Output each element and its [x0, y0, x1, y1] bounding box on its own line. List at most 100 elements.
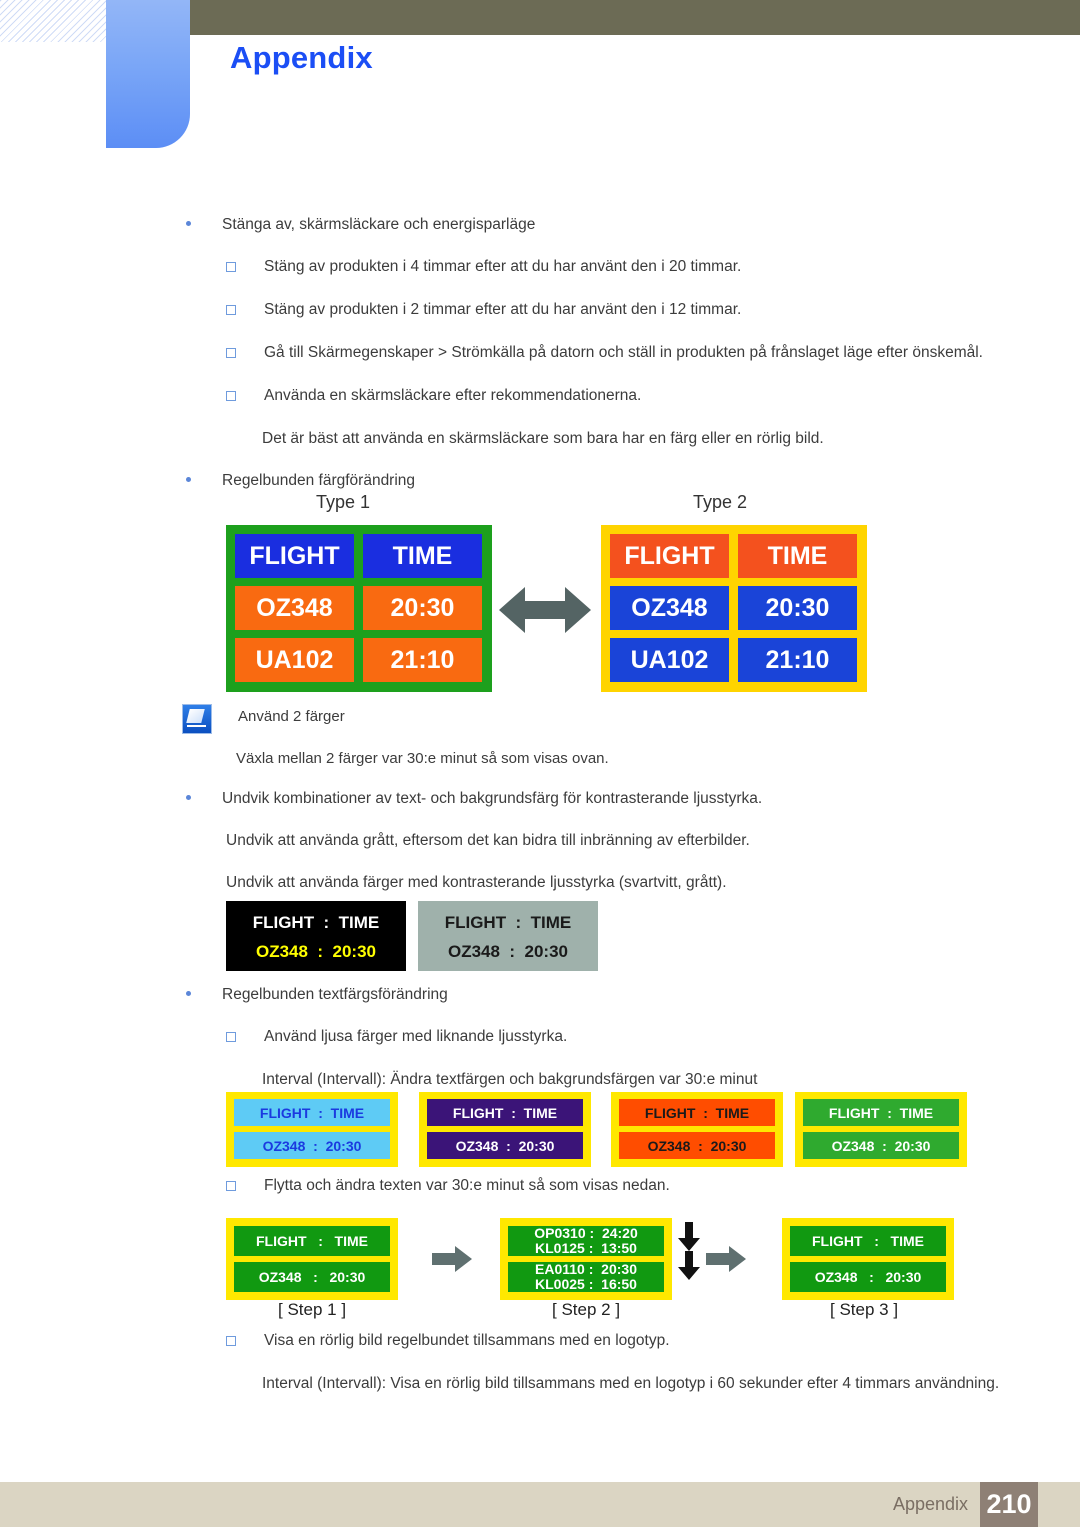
step-2-label: [ Step 2 ]: [552, 1300, 621, 1319]
list-item: Flytta och ändra texten var 30:e minut s…: [226, 1173, 1080, 1199]
list-item-text: Använda en skärmsläckare efter rekommend…: [264, 387, 642, 404]
note-title: Använd 2 färger: [238, 708, 345, 725]
paragraph: Interval (Intervall): Visa en rörlig bil…: [262, 1371, 1080, 1397]
bullet-square-icon: [226, 1336, 236, 1346]
board-row: OZ348 20:30: [235, 586, 483, 630]
bullet-square-icon: [226, 348, 236, 358]
bullet-dot-icon: [186, 795, 191, 800]
step-board-2: OP0310 : 24:20 KL0125 : 13:50 EA0110 : 2…: [500, 1218, 672, 1300]
step2-band2-bottom: KL0025 : 16:50: [535, 1276, 637, 1292]
bullet-square-icon: [226, 391, 236, 401]
paragraph-text: Undvik att använda grått, eftersom det k…: [226, 832, 750, 849]
arrow-right-icon: [706, 1246, 746, 1272]
note-text: Växla mellan 2 färger var 30:e minut så …: [236, 750, 609, 767]
list-item-text: Använd ljusa färger med liknande ljussty…: [264, 1028, 568, 1045]
footer-page-number: 210: [980, 1482, 1038, 1527]
color-panel-orange: FLIGHT : TIME OZ348 : 20:30: [611, 1092, 783, 1167]
list-item: Gå till Skärmegenskaper > Strömkälla på …: [226, 340, 1080, 366]
list-item-text: Stänga av, skärmsläckare och energisparl…: [222, 216, 536, 233]
board-cell: 20:30: [363, 586, 482, 630]
step-1-label: [ Step 1 ]: [278, 1300, 347, 1319]
content-block-4: Visa en rörlig bild regelbundet tillsamm…: [0, 1328, 1080, 1413]
bullet-dot-icon: [186, 991, 191, 996]
panel-line-2: OZ348 : 20:30: [619, 1132, 775, 1159]
step2-band2-top: EA0110 : 20:30: [535, 1262, 637, 1277]
list-item-text: Visa en rörlig bild regelbundet tillsamm…: [264, 1332, 670, 1349]
step2-band-1: OP0310 : 24:20 KL0125 : 13:50: [508, 1226, 664, 1256]
panel-line-2: OZ348 : 20:30: [427, 1132, 583, 1159]
header-olive-bar: [190, 0, 1080, 35]
paragraph-text: Interval (Intervall): Ändra textfärgen o…: [262, 1071, 758, 1088]
bullet-square-icon: [226, 1032, 236, 1042]
list-item-text: Regelbunden textfärgsförändring: [222, 986, 448, 1003]
paragraph-text: Interval (Intervall): Visa en rörlig bil…: [262, 1375, 1000, 1392]
list-item: Använda en skärmsläckare efter rekommend…: [226, 383, 1080, 409]
paragraph: Undvik att använda färger med kontraster…: [226, 870, 1080, 896]
paragraph-text: Undvik att använda färger med kontraster…: [226, 874, 727, 891]
panel-line-1: FLIGHT : TIME: [427, 1099, 583, 1126]
contrast-board-black: FLIGHT : TIME OZ348 : 20:30: [226, 901, 406, 971]
bullet-square-icon: [226, 262, 236, 272]
list-item-text: Flytta och ändra texten var 30:e minut s…: [264, 1177, 670, 1194]
board-cell: 21:10: [363, 638, 482, 682]
panel-line-1: FLIGHT : TIME: [619, 1099, 775, 1126]
panel-line-1: FLIGHT : TIME: [234, 1099, 390, 1126]
arrow-right-icon: [432, 1246, 472, 1272]
bullet-dot-icon: [186, 221, 191, 226]
paragraph: Undvik att använda grått, eftersom det k…: [226, 828, 1080, 854]
list-item: Undvik kombinationer av text- och bakgru…: [186, 786, 1080, 812]
color-panel-purple: FLIGHT : TIME OZ348 : 20:30: [419, 1092, 591, 1167]
panel-line-2: OZ348 : 20:30: [803, 1132, 959, 1159]
list-item-text: Stäng av produkten i 4 timmar efter att …: [264, 258, 742, 275]
board-row: OZ348 20:30: [610, 586, 858, 630]
list-item: Visa en rörlig bild regelbundet tillsamm…: [226, 1328, 1080, 1354]
board-cell: 20:30: [738, 586, 857, 630]
step2-band1-top: OP0310 : 24:20: [534, 1226, 638, 1241]
board-cell: TIME: [363, 534, 482, 578]
step3-line-2: OZ348 : 20:30: [790, 1262, 946, 1292]
board-row: UA102 21:10: [235, 638, 483, 682]
note-pen-icon: [182, 704, 212, 734]
list-item-text: Stäng av produkten i 2 timmar efter att …: [264, 301, 742, 318]
board-cell: FLIGHT: [235, 534, 354, 578]
board-cell: OZ348: [235, 586, 354, 630]
bullet-square-icon: [226, 1181, 236, 1191]
footer-label: Appendix: [892, 1494, 968, 1514]
step-3-label: [ Step 3 ]: [830, 1300, 899, 1319]
board-cell: OZ348: [610, 586, 729, 630]
color-panel-green: FLIGHT : TIME OZ348 : 20:30: [795, 1092, 967, 1167]
board-row: FLIGHT TIME: [610, 534, 858, 578]
board-row: FLIGHT TIME: [235, 534, 483, 578]
board-cell: TIME: [738, 534, 857, 578]
contrast-board-gray: FLIGHT : TIME OZ348 : 20:30: [418, 901, 598, 971]
contrast-board-line-1: FLIGHT : TIME: [252, 913, 380, 932]
bullet-square-icon: [226, 305, 236, 315]
board-cell: 21:10: [738, 638, 857, 682]
type-1-label: Type 1: [316, 492, 371, 512]
contrast-board-line-2: OZ348 : 20:30: [447, 942, 568, 961]
note-block: Använd 2 färger Växla mellan 2 färger va…: [182, 704, 1042, 772]
list-item-text: Regelbunden färgförändring: [222, 472, 416, 489]
list-item: Använd ljusa färger med liknande ljussty…: [226, 1024, 1080, 1050]
flight-board-type-2: FLIGHT TIME OZ348 20:30 UA102 21:10: [601, 525, 867, 692]
step-board-1: FLIGHT : TIME OZ348 : 20:30: [226, 1218, 398, 1300]
list-item: Regelbunden textfärgsförändring: [186, 982, 1080, 1008]
list-item-text: Gå till Skärmegenskaper > Strömkälla på …: [264, 344, 983, 361]
paragraph: Interval (Intervall): Ändra textfärgen o…: [262, 1067, 1080, 1093]
panel-line-1: FLIGHT : TIME: [803, 1099, 959, 1126]
step2-band1-bottom: KL0125 : 13:50: [535, 1240, 637, 1256]
step3-line-1: FLIGHT : TIME: [790, 1226, 946, 1256]
flight-board-type-1: FLIGHT TIME OZ348 20:30 UA102 21:10: [226, 525, 492, 692]
board-cell: FLIGHT: [610, 534, 729, 578]
move-text-block: Flytta och ändra texten var 30:e minut s…: [0, 1173, 1080, 1216]
header-hatch-decoration: [0, 0, 108, 42]
color-panel-lightblue: FLIGHT : TIME OZ348 : 20:30: [226, 1092, 398, 1167]
list-item: Regelbunden färgförändring: [186, 468, 1080, 494]
board-cell: UA102: [235, 638, 354, 682]
content-block-2: Undvik kombinationer av text- och bakgru…: [0, 786, 1080, 912]
list-item: Stäng av produkten i 4 timmar efter att …: [226, 254, 1080, 280]
type-2-label: Type 2: [693, 492, 748, 512]
list-item: Stänga av, skärmsläckare och energisparl…: [186, 212, 1080, 238]
arrow-down-double-icon: [678, 1222, 700, 1280]
header-blue-tab: [106, 0, 190, 148]
